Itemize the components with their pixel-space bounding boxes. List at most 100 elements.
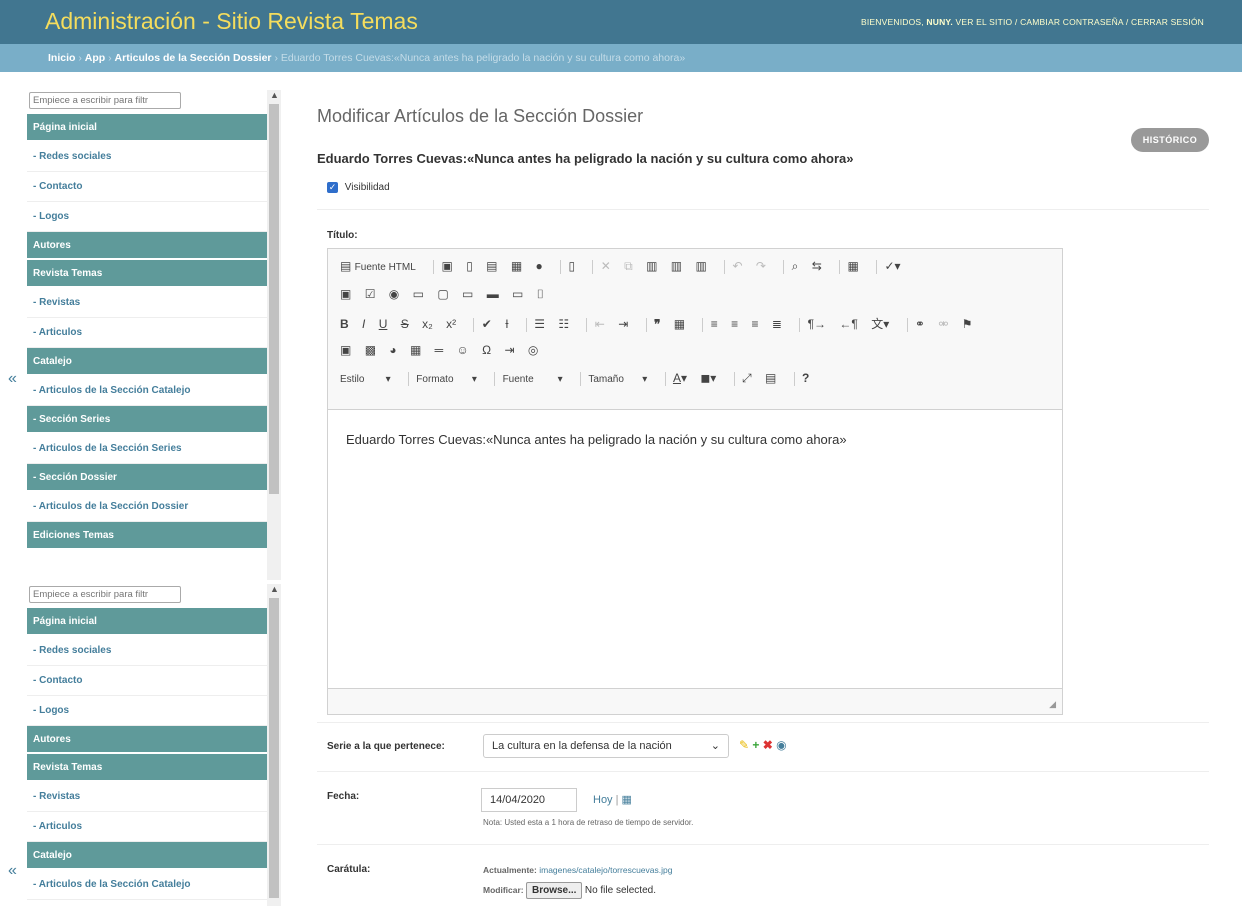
save-icon[interactable]: ▣ (442, 259, 453, 273)
sidebar-item[interactable]: - Logos (27, 202, 267, 232)
embed-icon[interactable]: ◎ (528, 343, 538, 357)
format-combo[interactable]: Formato ▾ (416, 374, 477, 385)
sidebar-item[interactable]: Página inicial (27, 114, 267, 142)
sidebar-item[interactable]: - Contacto (27, 666, 267, 696)
paste-icon[interactable]: ▥ (646, 259, 657, 273)
sidebar-scrollbar[interactable]: ▲ (267, 90, 281, 580)
show-blocks-icon[interactable]: ▤ (765, 371, 776, 385)
bullet-list-icon[interactable]: ☷ (558, 317, 569, 331)
rtl-icon[interactable]: ←¶ (839, 317, 857, 331)
size-combo[interactable]: Tamaño ▾ (588, 374, 647, 385)
scroll-thumb[interactable] (269, 598, 279, 898)
view-eye-icon[interactable]: ◉ (776, 738, 786, 752)
image-icon[interactable]: ▣ (340, 343, 351, 357)
superscript-icon[interactable]: x² (446, 317, 456, 331)
series-select[interactable]: La cultura en la defensa de la nación ⌄ (483, 734, 729, 758)
outdent-icon[interactable]: ⇤ (595, 317, 605, 331)
align-left-icon[interactable]: ≡ (711, 317, 718, 331)
sidebar-item[interactable]: Revista Temas (27, 260, 267, 288)
sidebar-item[interactable]: Catalejo (27, 348, 267, 376)
anchor-flag-icon[interactable]: ⚑ (962, 317, 973, 331)
sidebar-item[interactable]: - Sección Dossier (27, 464, 267, 492)
sidebar-item[interactable]: - Revistas (27, 288, 267, 318)
language-icon[interactable]: 文▾ (871, 315, 889, 332)
blockquote-icon[interactable]: ❞ (654, 317, 660, 331)
paste-text-icon[interactable]: ▥ (671, 259, 682, 273)
sidebar-collapse-icon[interactable]: « (8, 370, 17, 388)
align-right-icon[interactable]: ≡ (752, 317, 759, 331)
source-icon[interactable]: ▤ Fuente HTML (340, 259, 416, 273)
preview-icon[interactable]: ▦ (511, 259, 522, 273)
visibility-checkbox[interactable]: ✓ (327, 182, 338, 193)
sidebar-filter-input[interactable] (29, 586, 181, 603)
special-char-icon[interactable]: Ω (482, 343, 491, 357)
edit-pencil-icon[interactable]: ✎ (739, 738, 749, 752)
editor-content-area[interactable]: Eduardo Torres Cuevas:«Nunca antes ha pe… (328, 409, 1062, 689)
div-icon[interactable]: ▦ (674, 317, 685, 331)
breadcrumb-app[interactable]: App (85, 52, 105, 64)
replace-icon[interactable]: ⇆ (812, 259, 822, 273)
sidebar-collapse-icon[interactable]: « (8, 862, 17, 880)
view-site-link[interactable]: VER EL SITIO (955, 17, 1012, 27)
browse-button[interactable]: Browse... (526, 882, 583, 899)
sidebar-item[interactable]: - Revistas (27, 782, 267, 812)
sidebar-item[interactable]: Ediciones Temas (27, 522, 267, 550)
sidebar-item[interactable]: - Articulos de la Sección Catalejo (27, 376, 267, 406)
sidebar-item[interactable]: - Sección Series (27, 406, 267, 434)
editor-content[interactable]: Eduardo Torres Cuevas:«Nunca antes ha pe… (346, 432, 847, 447)
sidebar-item[interactable]: - Logos (27, 696, 267, 726)
delete-x-icon[interactable]: ✖ (763, 738, 773, 752)
bold-icon[interactable]: B (340, 317, 349, 331)
spellcheck-icon[interactable]: ✓▾ (885, 259, 901, 273)
sidebar-item[interactable]: Autores (27, 232, 267, 260)
document-icon[interactable]: ▯ (568, 259, 575, 273)
button-field-icon[interactable]: ▬ (487, 287, 499, 301)
maximize-icon[interactable]: ⤢ (742, 371, 752, 386)
print-icon[interactable]: ● (536, 259, 543, 273)
align-justify-icon[interactable]: ≣ (772, 317, 782, 331)
iframe-icon[interactable]: ◕ (389, 343, 396, 357)
scroll-up-arrow-icon[interactable]: ▲ (270, 90, 279, 100)
remove-format-icon[interactable]: Ɨ (505, 317, 508, 331)
link-icon[interactable]: ⚭ (915, 317, 925, 331)
sidebar-filter-input[interactable] (29, 92, 181, 109)
find-icon[interactable]: ⌕ (792, 259, 799, 274)
unlink-icon[interactable]: ⚮ (938, 317, 948, 331)
sidebar-item[interactable]: Autores (27, 726, 267, 754)
redo-icon[interactable]: ↷ (756, 259, 766, 273)
breadcrumb-home[interactable]: Inicio (48, 52, 75, 64)
undo-icon[interactable]: ↶ (732, 259, 742, 273)
horizontal-rule-icon[interactable]: ═ (435, 343, 444, 357)
new-page-icon[interactable]: ▯ (466, 259, 473, 273)
breadcrumb-model[interactable]: Articulos de la Sección Dossier (115, 52, 272, 64)
scroll-thumb[interactable] (269, 104, 279, 494)
table-icon[interactable]: ▦ (410, 343, 421, 357)
copy-format-icon[interactable]: ✔ (482, 317, 492, 331)
smiley-icon[interactable]: ☺ (457, 343, 469, 357)
current-file-link[interactable]: imagenes/catalejo/torrescuevas.jpg (539, 865, 672, 875)
font-combo[interactable]: Fuente ▾ (503, 374, 563, 385)
templates-icon[interactable]: ▤ (486, 259, 497, 273)
textarea-icon[interactable]: ▢ (437, 287, 448, 301)
indent-icon[interactable]: ⇥ (618, 317, 628, 331)
sidebar-item[interactable]: - Articulos (27, 812, 267, 842)
sidebar-item[interactable]: - Contacto (27, 172, 267, 202)
align-center-icon[interactable]: ≡ (731, 317, 738, 331)
page-break-icon[interactable]: ⇥ (504, 343, 514, 357)
date-input[interactable]: 14/04/2020 (481, 788, 577, 812)
select-field-icon[interactable]: ▭ (462, 287, 473, 301)
sidebar-item[interactable]: Revista Temas (27, 754, 267, 782)
sidebar-item[interactable]: Página inicial (27, 608, 267, 636)
today-link[interactable]: Hoy (593, 794, 613, 806)
ltr-icon[interactable]: ¶→ (808, 317, 826, 331)
form-icon[interactable]: ▣ (340, 287, 351, 301)
site-brand[interactable]: Administración - Sitio Revista Temas (45, 8, 418, 35)
checkbox-icon[interactable]: ☑ (365, 287, 376, 301)
sidebar-item[interactable]: - Articulos de la Sección Catalejo (27, 870, 267, 900)
calendar-icon[interactable]: ▦ (622, 794, 632, 806)
sidebar-scrollbar[interactable]: ▲ (267, 584, 281, 906)
logout-link[interactable]: CERRAR SESIÓN (1131, 17, 1204, 27)
change-password-link[interactable]: CAMBIAR CONTRASEÑA (1020, 17, 1123, 27)
sidebar-item[interactable]: - Articulos (27, 318, 267, 348)
resize-handle-icon[interactable]: ◢ (1049, 699, 1056, 710)
